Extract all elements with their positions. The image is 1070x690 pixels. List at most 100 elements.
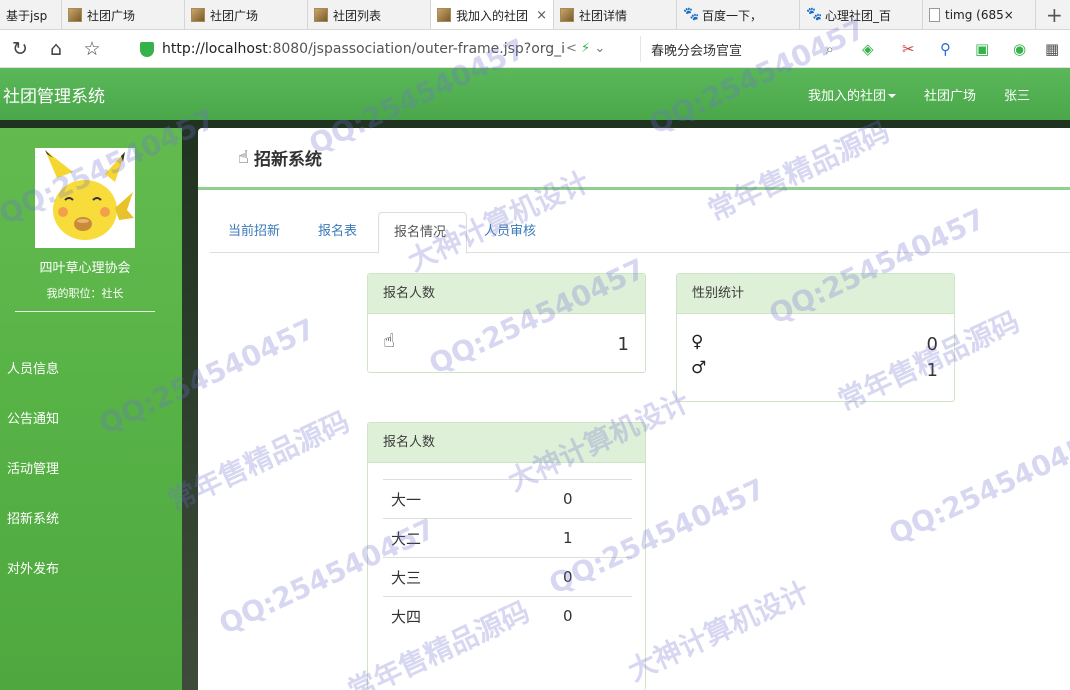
hand-pointer-icon: ☝: [238, 147, 249, 168]
recruit-tabs: 当前招新 报名表 报名情况 人员审核: [210, 212, 1070, 254]
gamepad-icon[interactable]: ▣: [975, 40, 989, 58]
tab-label: 社团广场: [210, 8, 259, 23]
hand-pointer-icon: ☝: [383, 330, 395, 352]
baidu-paw-icon: 🐾: [806, 7, 823, 22]
org-name: 四叶草心理协会: [39, 261, 131, 276]
grade-cell: 大二: [383, 518, 563, 558]
male-count: 1: [926, 360, 938, 381]
table-row: 大一 0: [383, 479, 632, 519]
scissors-icon[interactable]: ✂: [902, 40, 915, 58]
search-input[interactable]: 春晚分会场官宣 ⌕: [640, 36, 840, 62]
new-tab-icon[interactable]: +: [1040, 0, 1069, 29]
search-icon[interactable]: ⌕: [826, 40, 834, 58]
caret-down-icon: [887, 94, 896, 98]
brand-title[interactable]: 社团管理系统: [0, 82, 105, 107]
table-row: 大三 0: [383, 557, 632, 597]
secure-shield-icon: [140, 41, 154, 57]
tab-label: 基于jsp: [6, 8, 48, 23]
page-favicon-icon: [68, 8, 82, 22]
pikachu-avatar-icon: [35, 148, 135, 248]
sidebar-item-publish[interactable]: 对外发布: [7, 558, 59, 577]
browser-tab[interactable]: 社团详情: [554, 0, 677, 29]
browser-address-bar: ↻ ⌂ ☆ http://localhost:8080/jspassociati…: [0, 30, 1070, 68]
applicant-count-card: 报名人数 ☝ 1: [367, 273, 646, 373]
reload-icon[interactable]: ↻: [2, 38, 38, 60]
browser-tab[interactable]: timg (685×: [923, 0, 1036, 29]
gender-stats-card: 性别统计 ♀ 0 ♂ 1: [676, 273, 955, 402]
close-tab-icon[interactable]: ×: [530, 8, 547, 23]
nav-my-clubs[interactable]: 我加入的社团: [794, 85, 910, 104]
page-title: 招新系统: [253, 150, 322, 170]
tab-label: 我加入的社团: [456, 8, 528, 23]
nav-my-clubs-label: 我加入的社团: [807, 88, 886, 104]
sidebar-item-recruitment[interactable]: 招新系统: [7, 508, 59, 527]
tab-label: timg (685×: [945, 8, 1014, 22]
search-suggestion: 春晚分会场官宣: [651, 43, 743, 59]
grade-table: 大一 0 大二 1 大三 0 大四 0: [383, 479, 632, 636]
browser-tab[interactable]: 基于jsp: [0, 0, 62, 29]
nav-club-square[interactable]: 社团广场: [910, 85, 990, 104]
sidebar-item-activities[interactable]: 活动管理: [7, 458, 59, 477]
tab-label: 社团广场: [87, 8, 136, 23]
document-icon: [929, 8, 940, 22]
count-cell: 0: [563, 479, 632, 519]
lightning-icon[interactable]: ⚡: [581, 41, 590, 56]
card-title: 性别统计: [677, 274, 954, 314]
tab-application-form[interactable]: 报名表: [304, 212, 378, 253]
my-role: 我的职位：社长: [46, 287, 124, 300]
browser-tab[interactable]: 🐾 心理社团_百: [800, 0, 923, 29]
browser-tab-active[interactable]: 我加入的社团 ×: [431, 0, 554, 29]
tab-current-recruitment[interactable]: 当前招新: [214, 212, 300, 253]
card-title: 报名人数: [368, 423, 645, 463]
main-panel: ☝ 招新系统 当前招新 报名表 报名情况 人员审核 报名人数 ☝ 1 性别统计 …: [198, 128, 1070, 690]
count-cell: 1: [563, 518, 632, 558]
url-path: :8080/jspassociation/outer-frame.jsp?org…: [267, 41, 566, 57]
tab-application-status[interactable]: 报名情况: [378, 212, 467, 254]
nav-user[interactable]: 张三: [990, 85, 1070, 104]
male-icon: ♂: [691, 358, 707, 378]
female-icon: ♀: [691, 332, 704, 352]
browser-tab-bar: 基于jsp 社团广场 社团广场 社团列表 我加入的社团 × 社团详情 🐾 百度一…: [0, 0, 1070, 30]
url-field[interactable]: http://localhost:8080/jspassociation/out…: [140, 36, 630, 62]
url-tools: < ⚡ ⌄: [566, 41, 605, 56]
count-cell: 0: [563, 596, 632, 636]
page-favicon-icon: [191, 8, 205, 22]
count-cell: 0: [563, 557, 632, 597]
browser-tab[interactable]: 社团列表: [308, 0, 431, 29]
browser-tab[interactable]: 🐾 百度一下，: [677, 0, 800, 29]
baidu-paw-icon: 🐾: [683, 7, 700, 22]
bookmark-star-icon[interactable]: ☆: [74, 38, 110, 60]
translate-icon[interactable]: ◈: [862, 40, 874, 58]
grade-cell: 大四: [383, 596, 563, 636]
applicant-count-value: 1: [617, 334, 629, 355]
table-row: 大二 1: [383, 518, 632, 558]
tab-member-review[interactable]: 人员审核: [470, 212, 560, 253]
sidebar: 四叶草心理协会 我的职位：社长 人员信息 公告通知 活动管理 招新系统 对外发布: [0, 128, 182, 690]
tab-label: 社团列表: [333, 8, 382, 23]
grade-cell: 大一: [383, 479, 563, 519]
table-row: 大四 0: [383, 596, 632, 636]
page-header: ☝ 招新系统: [198, 128, 1070, 190]
sidebar-item-member-info[interactable]: 人员信息: [7, 358, 59, 377]
org-avatar: [35, 148, 135, 248]
app-header: 社团管理系统 我加入的社团 社团广场 张三: [0, 68, 1070, 120]
chevron-down-icon[interactable]: ⌄: [594, 41, 605, 56]
sidebar-divider: [15, 311, 155, 312]
sidebar-item-announcements[interactable]: 公告通知: [7, 408, 59, 427]
top-nav: 我加入的社团 社团广场 张三: [794, 68, 1070, 120]
female-count: 0: [926, 334, 938, 355]
page-favicon-icon: [314, 8, 328, 22]
card-title: 报名人数: [368, 274, 645, 314]
page-favicon-icon: [437, 8, 451, 22]
share-icon[interactable]: <: [566, 41, 577, 56]
tab-label: 百度一下，: [702, 8, 763, 23]
grade-count-card: 报名人数 大一 0 大二 1 大三 0 大四 0: [367, 422, 646, 690]
grade-cell: 大三: [383, 557, 563, 597]
apps-grid-icon[interactable]: ▦: [1045, 40, 1059, 58]
yen-icon[interactable]: ◉: [1013, 40, 1026, 58]
page-favicon-icon: [560, 8, 574, 22]
browser-tab[interactable]: 社团广场: [62, 0, 185, 29]
home-icon[interactable]: ⌂: [38, 38, 74, 60]
magnifier-icon[interactable]: ⚲: [940, 40, 951, 58]
browser-tab[interactable]: 社团广场: [185, 0, 308, 29]
